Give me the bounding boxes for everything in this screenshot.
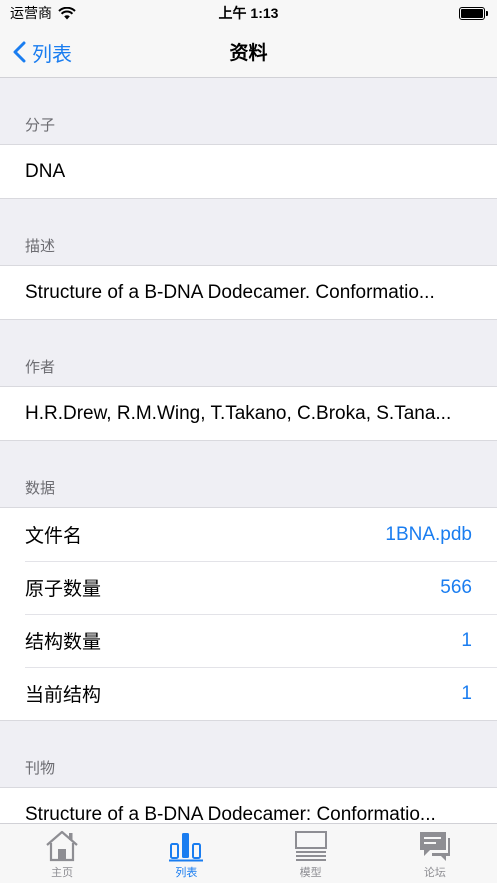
section-group-authors: H.R.Drew, R.M.Wing, T.Takano, C.Broka, S… bbox=[0, 386, 497, 441]
tab-home-label: 主页 bbox=[51, 867, 74, 879]
wifi-icon bbox=[58, 6, 76, 19]
description-cell[interactable]: Structure of a B-DNA Dodecamer. Conforma… bbox=[0, 266, 497, 319]
tab-list-label: 列表 bbox=[175, 867, 198, 879]
description-text: Structure of a B-DNA Dodecamer. Conforma… bbox=[25, 281, 435, 303]
publication-text: Structure of a B-DNA Dodecamer: Conforma… bbox=[25, 803, 436, 824]
authors-cell[interactable]: H.R.Drew, R.M.Wing, T.Takano, C.Broka, S… bbox=[0, 387, 497, 440]
atom-count-label: 原子数量 bbox=[25, 579, 102, 600]
current-structure-label: 当前结构 bbox=[25, 685, 102, 706]
back-button[interactable]: 列表 bbox=[12, 26, 72, 78]
forum-icon bbox=[419, 832, 450, 861]
current-structure-cell[interactable]: 当前结构 1 bbox=[0, 667, 497, 720]
section-header-publication: 刊物 bbox=[25, 760, 56, 777]
tab-forum[interactable]: 论坛 bbox=[373, 824, 497, 883]
atom-count-value: 566 bbox=[440, 576, 472, 598]
tab-model[interactable]: 模型 bbox=[249, 824, 373, 883]
home-icon bbox=[46, 830, 78, 862]
navigation-bar: 列表 资料 bbox=[0, 26, 497, 78]
status-left: 运营商 bbox=[10, 3, 76, 23]
tab-model-label: 模型 bbox=[299, 867, 322, 879]
structure-count-label: 结构数量 bbox=[25, 632, 102, 653]
section-group-data: 文件名 1BNA.pdb 原子数量 566 结构数量 1 当前结构 1 bbox=[0, 507, 497, 721]
section-header-data: 数据 bbox=[25, 480, 56, 497]
chevron-left-icon bbox=[13, 41, 26, 63]
section-header-description: 描述 bbox=[25, 238, 56, 255]
atom-count-cell[interactable]: 原子数量 566 bbox=[0, 561, 497, 614]
page-title: 资料 bbox=[229, 43, 268, 64]
molecule-name: DNA bbox=[25, 160, 66, 182]
structure-count-cell[interactable]: 结构数量 1 bbox=[0, 614, 497, 667]
section-header-molecule: 分子 bbox=[25, 117, 56, 134]
section-group-molecule: DNA bbox=[0, 144, 497, 199]
authors-text: H.R.Drew, R.M.Wing, T.Takano, C.Broka, S… bbox=[25, 402, 452, 424]
back-button-label: 列表 bbox=[32, 43, 72, 66]
model-icon bbox=[294, 831, 327, 861]
section-group-publication: Structure of a B-DNA Dodecamer: Conforma… bbox=[0, 787, 497, 823]
tab-home[interactable]: 主页 bbox=[0, 824, 124, 883]
structure-count-value: 1 bbox=[461, 629, 472, 651]
tab-forum-label: 论坛 bbox=[423, 867, 446, 879]
publication-cell[interactable]: Structure of a B-DNA Dodecamer: Conforma… bbox=[0, 788, 497, 824]
tab-bar: 主页 列表 模型 论坛 bbox=[0, 823, 497, 883]
carrier-label: 运营商 bbox=[10, 5, 52, 21]
section-group-description: Structure of a B-DNA Dodecamer. Conforma… bbox=[0, 265, 497, 320]
tab-list[interactable]: 列表 bbox=[124, 824, 248, 883]
current-structure-value: 1 bbox=[461, 682, 472, 704]
battery-fill bbox=[461, 8, 483, 18]
filename-value: 1BNA.pdb bbox=[385, 523, 472, 545]
list-icon bbox=[169, 833, 204, 862]
filename-label: 文件名 bbox=[25, 526, 83, 547]
filename-cell[interactable]: 文件名 1BNA.pdb bbox=[0, 508, 497, 561]
section-header-authors: 作者 bbox=[25, 359, 56, 376]
battery-icon bbox=[459, 6, 488, 20]
detail-table[interactable]: 分子 DNA 描述 Structure of a B-DNA Dodecamer… bbox=[0, 78, 497, 823]
status-bar: 运营商 上午 1:13 bbox=[0, 0, 497, 26]
molecule-cell[interactable]: DNA bbox=[0, 145, 497, 198]
